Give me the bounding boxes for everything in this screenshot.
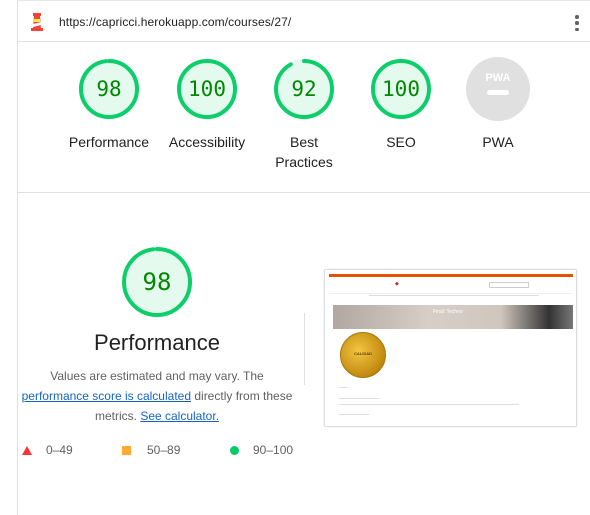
desc-text-2: directly from these [191, 389, 293, 403]
performance-gauge-ring: 98 [79, 59, 139, 119]
thumb-text-line [339, 404, 519, 405]
see-calculator-link[interactable]: See calculator. [140, 409, 219, 423]
thumb-text-line [339, 414, 369, 415]
url-bar: https://capricci.herokuapp.com/courses/2… [18, 0, 590, 42]
gauge-seo[interactable]: 100 SEO [353, 56, 449, 152]
score-summary: 98 Performance 100 Accessibility 92 Best… [18, 43, 590, 193]
thumb-banner-title: Final: Techno [433, 309, 463, 315]
fail-triangle-icon [22, 445, 32, 455]
gauge-score: 92 [291, 77, 316, 101]
score-legend: 0–49 50–89 90–100 [18, 443, 318, 459]
legend-pass-label: 90–100 [253, 443, 294, 457]
performance-description: Values are estimated and may vary. The p… [18, 366, 296, 426]
average-square-icon [122, 445, 131, 455]
gauge-best-practices[interactable]: 92 Best Practices [256, 56, 352, 172]
gauge-accessibility[interactable]: 100 Accessibility [159, 56, 255, 152]
legend-average: 50–89 [122, 443, 180, 457]
legend-fail-label: 0–49 [46, 443, 73, 457]
pass-circle-icon [230, 445, 239, 455]
report-frame: https://capricci.herokuapp.com/courses/2… [17, 0, 590, 515]
gauge-label: Accessibility [168, 134, 246, 150]
kebab-menu-icon[interactable] [574, 15, 580, 31]
vertical-divider [304, 313, 305, 385]
thumbnail-page: ◆ Final: Techno CALIDAD [329, 274, 573, 424]
thumb-nav-line [369, 295, 539, 296]
thumb-logo: ◆ [395, 281, 399, 287]
gauge-label: Performance [68, 134, 150, 150]
performance-large-gauge-ring: 98 [122, 247, 192, 317]
performance-large-score: 98 [143, 268, 172, 296]
thumb-header: ◆ [329, 277, 573, 294]
gauge-label: Best Practices [275, 134, 333, 170]
thumb-text-line [339, 387, 347, 388]
gauge-score: 100 [188, 77, 226, 101]
seo-gauge-ring: 100 [371, 59, 431, 119]
pwa-badge-text: PWA [485, 72, 510, 84]
thumb-search [489, 282, 529, 288]
gauge-performance[interactable]: 98 Performance [61, 56, 157, 152]
performance-large-gauge: 98 [88, 244, 226, 320]
pwa-badge-icon: PWA [466, 57, 530, 121]
page-url[interactable]: https://capricci.herokuapp.com/courses/2… [59, 15, 291, 29]
desc-text-3: metrics. [94, 409, 141, 423]
thumb-banner: Final: Techno [333, 305, 573, 329]
gauge-score: 98 [96, 77, 121, 101]
performance-title: Performance [94, 330, 220, 355]
thumb-text-line [339, 398, 379, 399]
legend-average-label: 50–89 [147, 443, 181, 457]
lighthouse-icon [31, 13, 43, 31]
legend-fail: 0–49 [22, 443, 73, 457]
final-screenshot-thumbnail[interactable]: ◆ Final: Techno CALIDAD [324, 269, 577, 427]
thumb-badge-text: CALIDAD [354, 351, 372, 356]
gauge-label: SEO [386, 134, 416, 150]
performance-score-calculated-link[interactable]: performance score is calculated [22, 389, 191, 403]
legend-pass: 90–100 [230, 443, 293, 457]
gauge-label: PWA [482, 134, 514, 150]
gauge-pwa[interactable]: PWA PWA [450, 56, 546, 152]
desc-text-1: Values are estimated and may vary. The [50, 369, 264, 383]
gauge-score: 100 [382, 77, 420, 101]
best-practices-gauge-ring: 92 [274, 59, 334, 119]
accessibility-gauge-ring: 100 [177, 59, 237, 119]
